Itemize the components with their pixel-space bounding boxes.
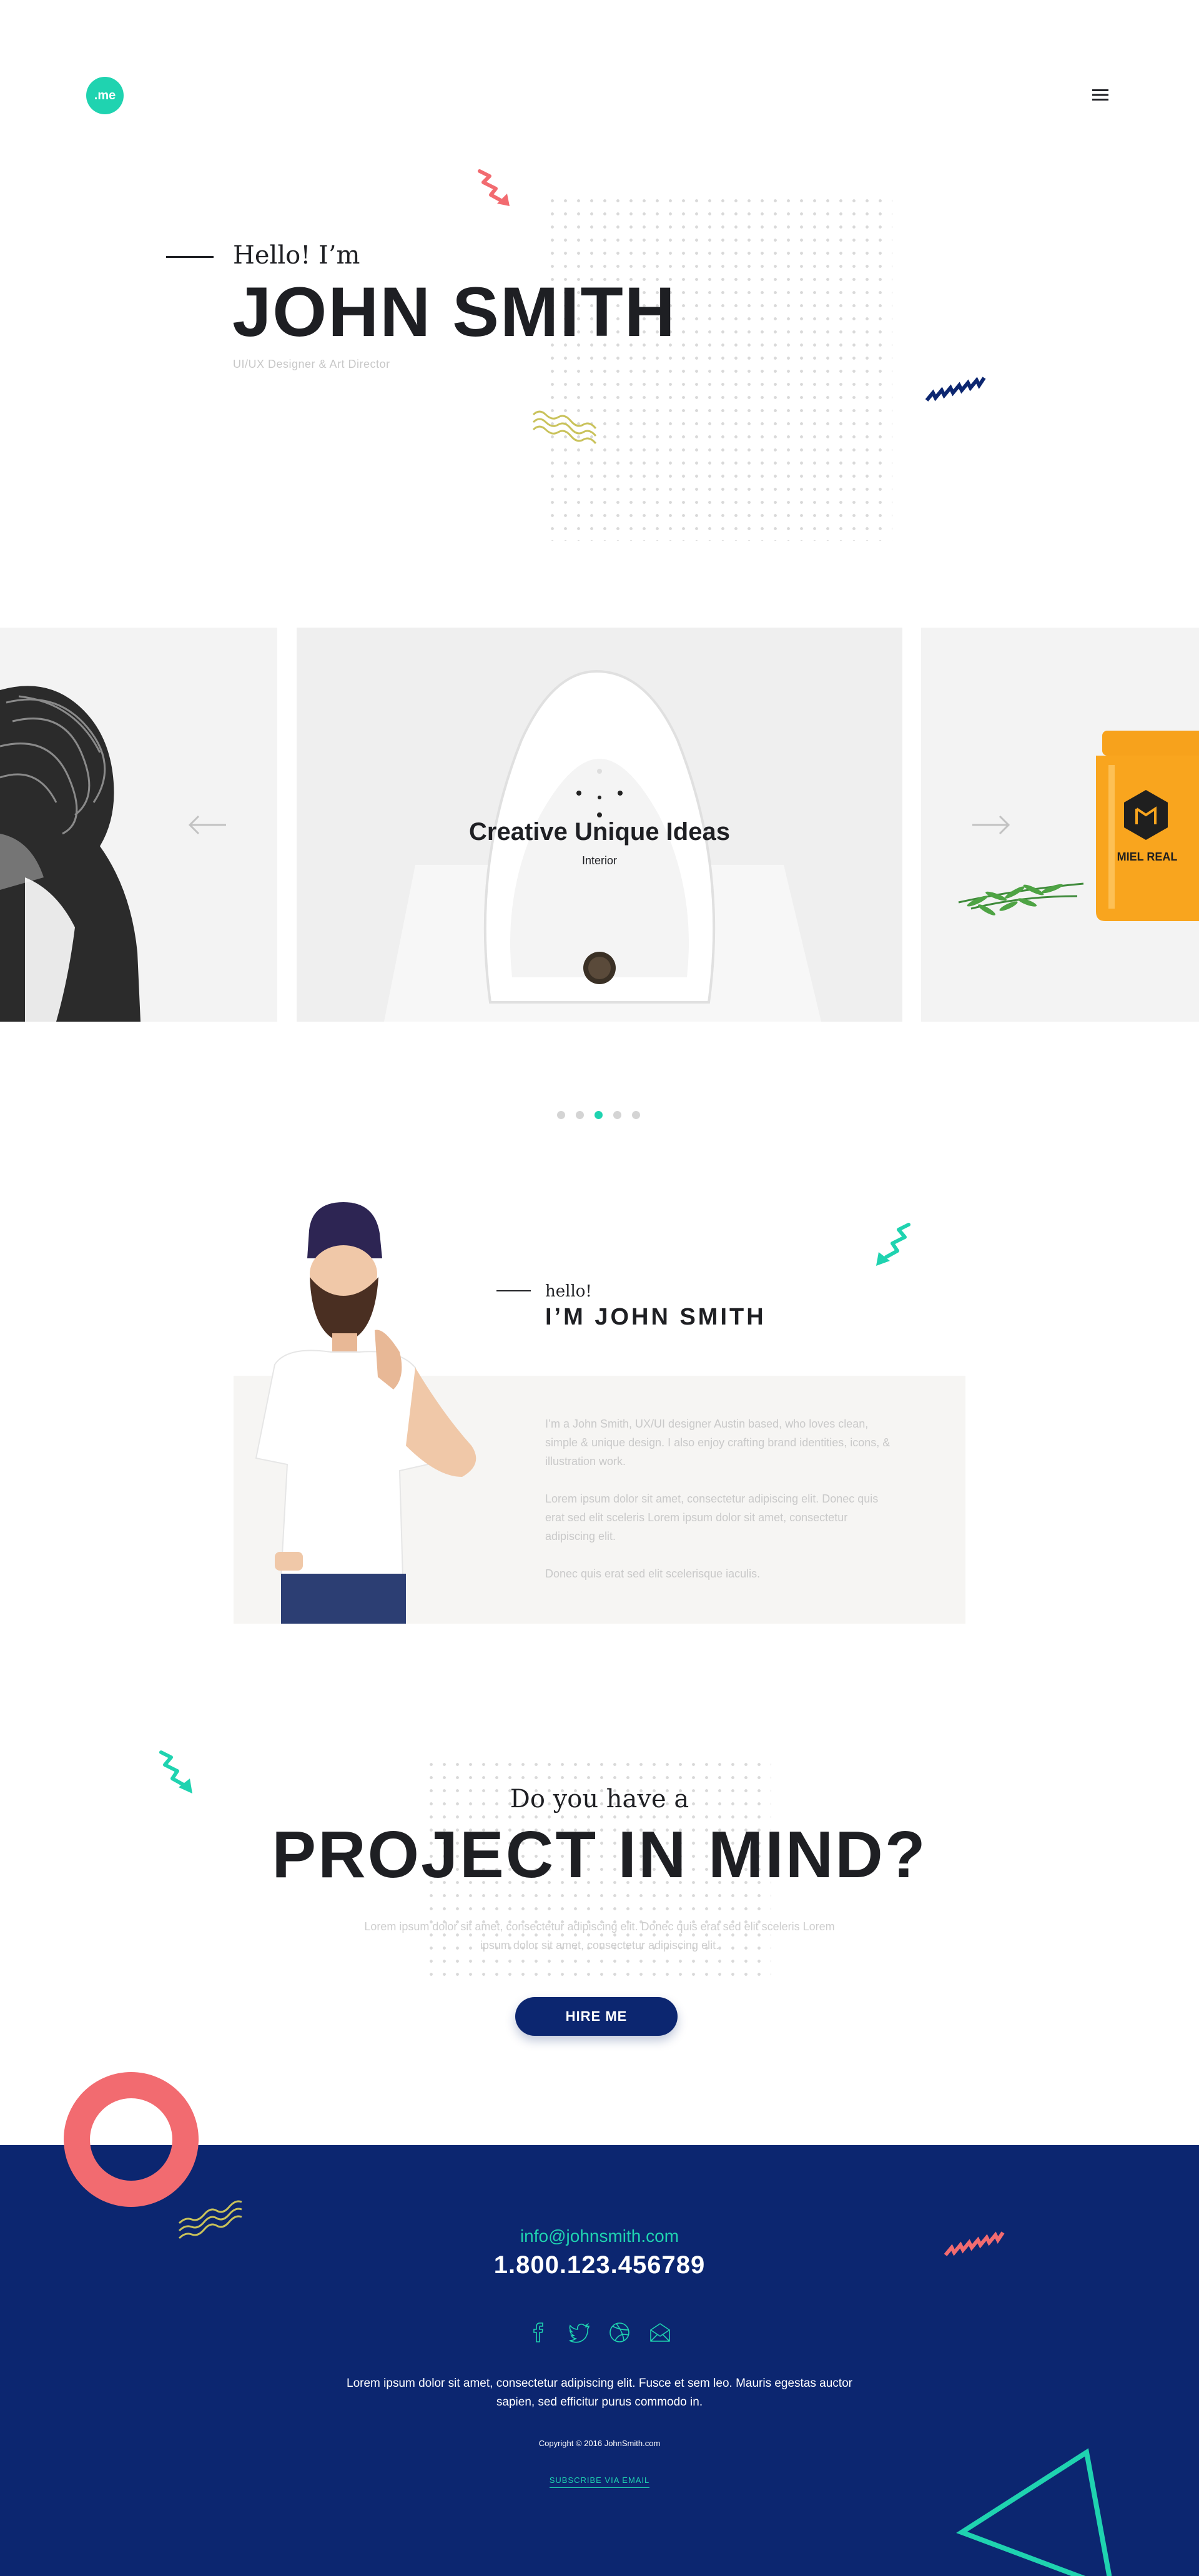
facebook-icon[interactable] [528, 2321, 550, 2344]
project-title: PROJECT IN MIND? [272, 1818, 927, 1892]
slider-dot[interactable] [613, 1111, 621, 1119]
footer-description: Lorem ipsum dolor sit amet, consectetur … [347, 2377, 852, 2409]
hero-name: JOHN SMITH [232, 273, 676, 351]
portrait-woman-image [0, 686, 141, 1022]
hero-greeting: Hello! I’m [233, 241, 360, 270]
social-links [528, 2321, 671, 2344]
wavy-lines-decoration [531, 406, 600, 450]
about-paragraph: I’m a John Smith, UX/UI designer Austin … [545, 1418, 891, 1468]
wavy-lines-decoration [177, 2198, 245, 2242]
slider-dot[interactable] [632, 1111, 640, 1119]
subscribe-link-wrapper: SUBSCRIBE VIA EMAIL [0, 2475, 1199, 2488]
about-paragraph: Donec quis erat sed elit scelerisque iac… [545, 1567, 761, 1580]
dribbble-icon[interactable] [608, 2321, 631, 2344]
subscribe-link[interactable]: SUBSCRIBE VIA EMAIL [549, 2475, 650, 2488]
slide-category: Interior [581, 854, 618, 867]
honey-jar-image: MIEL REAL [958, 731, 1199, 921]
squiggle-arrow-decoration [475, 167, 518, 211]
arrow-left-icon[interactable] [187, 814, 227, 836]
dot-pattern-background [546, 194, 892, 541]
ring-circle-decoration [62, 2071, 200, 2208]
arrow-right-icon[interactable] [971, 814, 1011, 836]
copyright: Copyright © 2016 JohnSmith.com [538, 2439, 661, 2448]
squiggle-arrow-decoration [871, 1221, 915, 1271]
logo[interactable]: .me [86, 77, 124, 114]
hamburger-menu-icon[interactable] [1091, 86, 1110, 104]
twitter-icon[interactable] [568, 2321, 591, 2344]
zigzag-decoration [924, 365, 987, 403]
slide-interior[interactable]: Creative Unique Ideas Interior [297, 628, 902, 1022]
slide-portrait-woman[interactable] [0, 628, 277, 1022]
hire-me-button[interactable]: HIRE ME [515, 1997, 678, 2036]
slider-dot-active[interactable] [595, 1111, 603, 1119]
project-description: Lorem ipsum dolor sit amet, consectetur … [364, 1920, 835, 1952]
slide-honey-jar[interactable]: MIEL REAL [921, 628, 1199, 1022]
project-question: Do you have a [510, 1785, 689, 1814]
about-name: I’M JOHN SMITH [545, 1304, 766, 1330]
contact-phone: 1.800.123.456789 [493, 2251, 706, 2279]
triangle-outline-decoration [949, 2445, 1112, 2576]
jar-label: MIEL REAL [1117, 851, 1178, 863]
mail-icon[interactable] [649, 2321, 671, 2344]
about-greeting: hello! [545, 1282, 592, 1301]
slider-dot[interactable] [557, 1111, 565, 1119]
hero-role: UI/UX Designer & Art Director [233, 358, 390, 370]
slider-dot[interactable] [576, 1111, 584, 1119]
portrait-man-image [250, 1202, 487, 1624]
slide-title: Creative Unique Ideas [469, 818, 730, 846]
about-paragraph: Lorem ipsum dolor sit amet, consectetur … [545, 1493, 879, 1542]
about-divider-line [496, 1290, 531, 1291]
hero-divider-line [166, 256, 214, 258]
